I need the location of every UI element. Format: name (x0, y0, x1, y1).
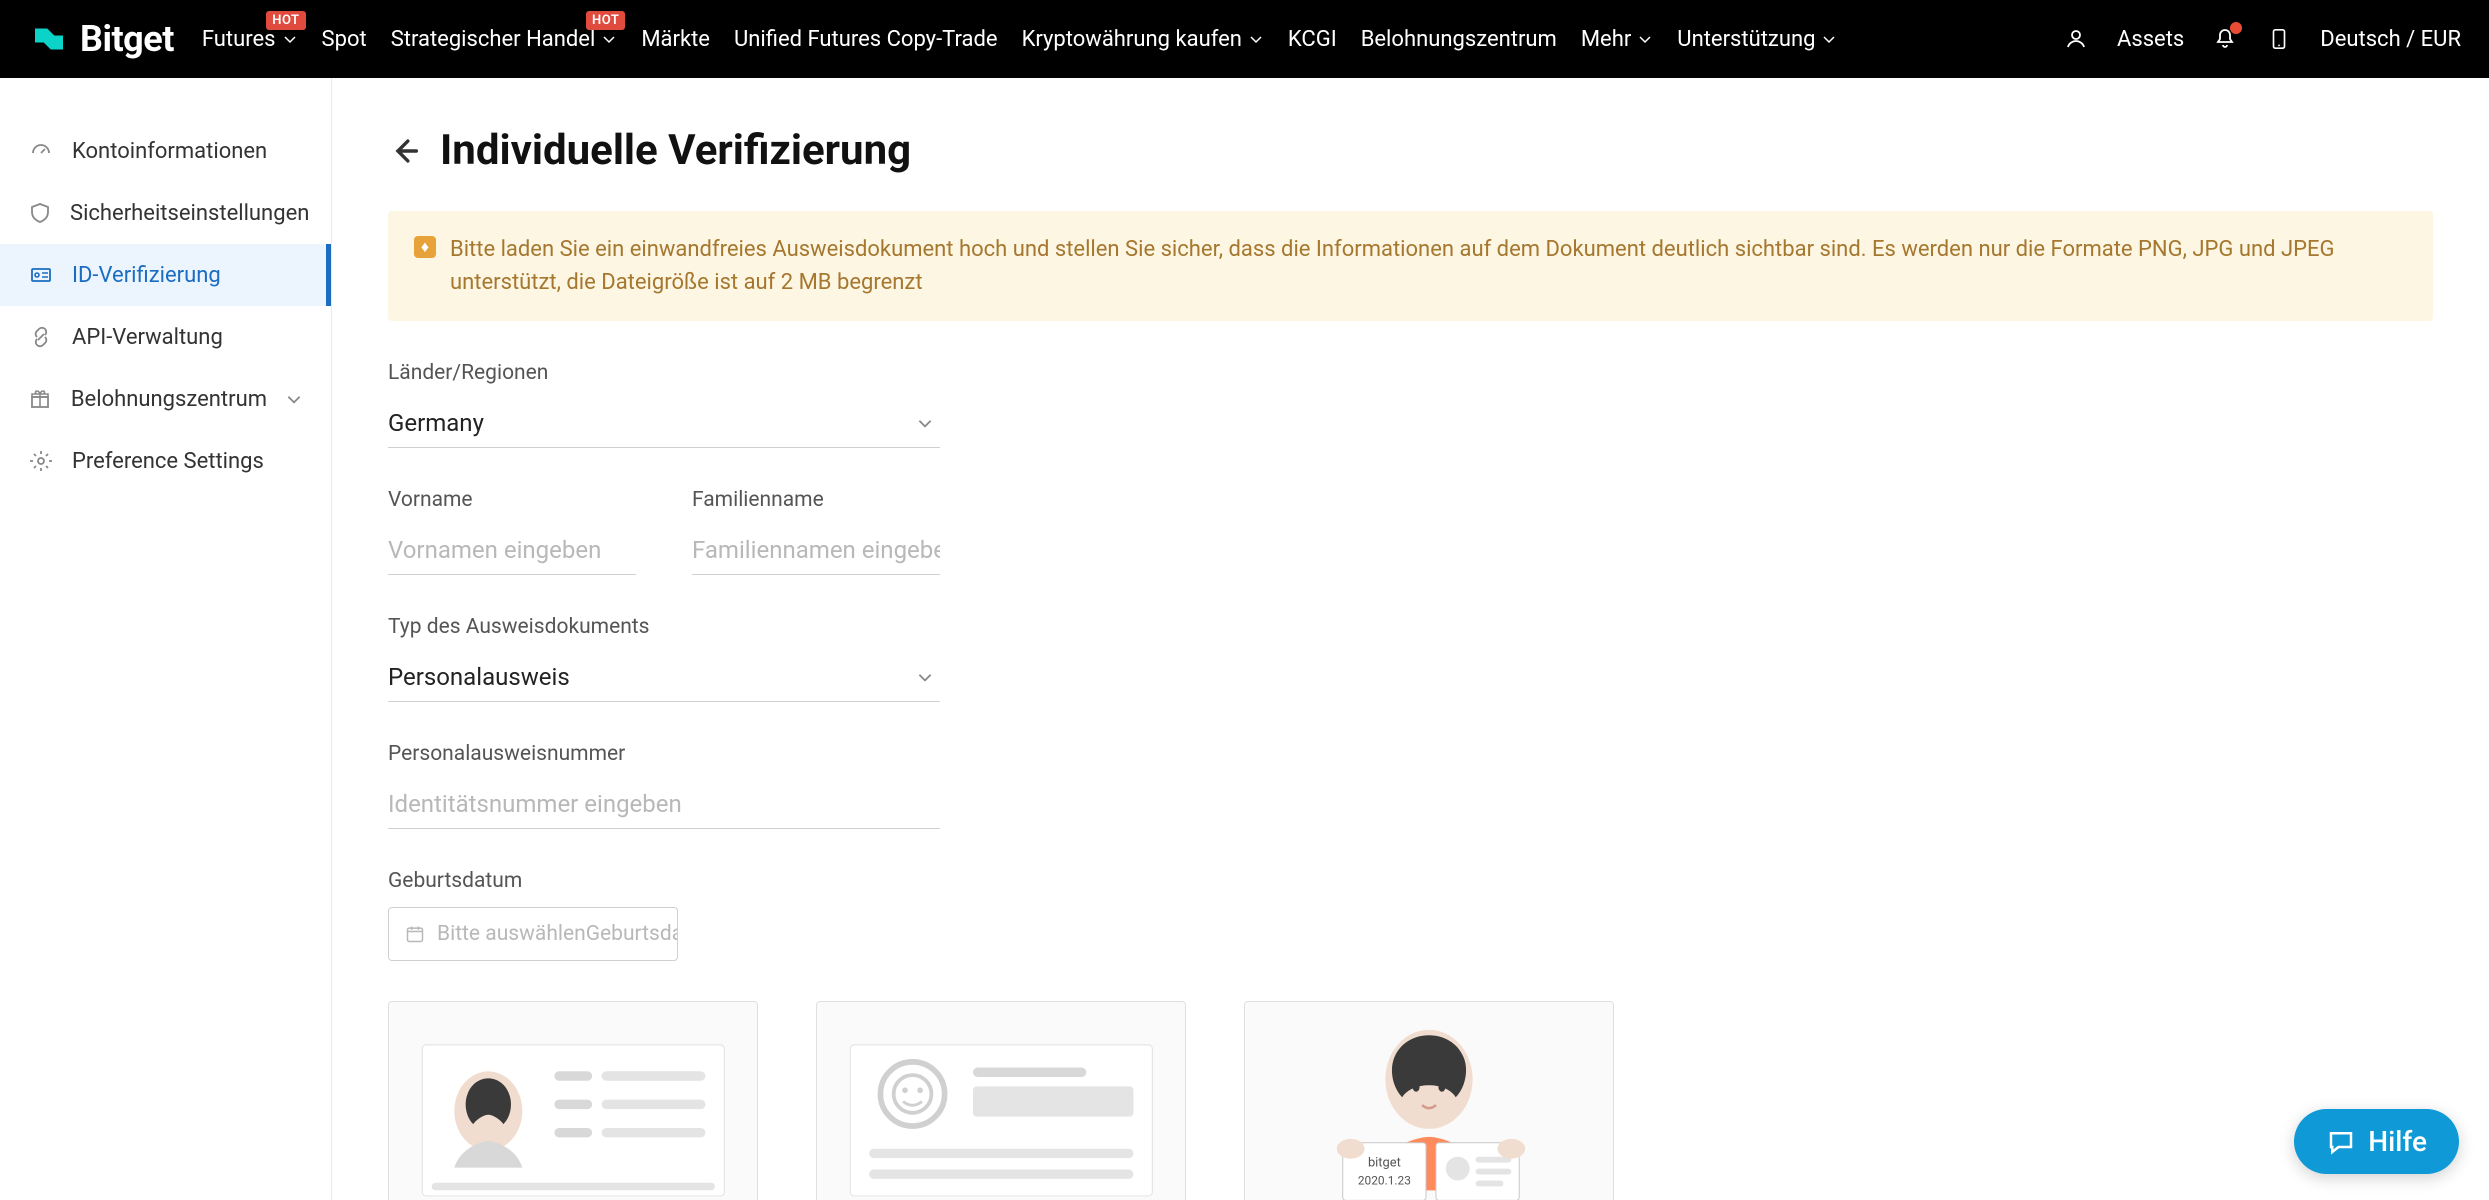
top-nav: Bitget HOT Futures Spot HOT Strategische… (0, 0, 2489, 78)
sidebar-item-id-verification[interactable]: ID-Verifizierung (0, 244, 331, 306)
country-value: Germany (388, 409, 484, 437)
chevron-down-icon (916, 414, 934, 432)
chat-icon (2326, 1127, 2356, 1157)
gauge-icon (28, 138, 54, 164)
sidebar-item-account-info[interactable]: Kontoinformationen (0, 120, 331, 182)
sidebar-item-api[interactable]: API-Verwaltung (0, 306, 331, 368)
sidebar-item-rewards[interactable]: Belohnungszentrum (0, 368, 331, 430)
primary-nav: HOT Futures Spot HOT Strategischer Hande… (202, 27, 1838, 52)
warning-icon: ♦ (414, 236, 436, 258)
firstname-input[interactable] (388, 526, 636, 575)
logo-icon (28, 18, 70, 60)
idnum-input[interactable] (388, 780, 940, 829)
sidebar-item-label: Kontoinformationen (72, 139, 267, 164)
chevron-down-icon (601, 31, 617, 47)
brand-logo[interactable]: Bitget (28, 18, 174, 60)
nav-futures[interactable]: HOT Futures (202, 27, 298, 52)
account-sidebar: Kontoinformationen Sicherheitseinstellun… (0, 78, 332, 1200)
sidebar-item-label: Preference Settings (72, 449, 264, 474)
nav-more[interactable]: Mehr (1581, 27, 1653, 52)
sidebar-item-label: API-Verwaltung (72, 325, 223, 350)
locale-switcher[interactable]: Deutsch / EUR (2320, 27, 2461, 52)
shield-icon (28, 200, 52, 226)
chevron-down-icon (916, 668, 934, 686)
nav-rewards[interactable]: Belohnungszentrum (1361, 27, 1557, 52)
dob-label: Geburtsdatum (388, 869, 2433, 893)
chevron-down-icon (1248, 31, 1264, 47)
sidebar-item-label: Sicherheitseinstellungen (70, 201, 309, 226)
secondary-nav: Assets Deutsch / EUR (2063, 26, 2461, 52)
id-front-illustration (404, 1026, 743, 1200)
id-front-preview (388, 1001, 758, 1200)
calendar-icon (405, 924, 425, 944)
selfie-preview: bitget 2020.1.23 (1244, 1001, 1614, 1200)
sidebar-item-label: Belohnungszentrum (71, 387, 267, 412)
chevron-down-icon (1637, 31, 1653, 47)
back-arrow-icon[interactable] (388, 134, 422, 168)
sidebar-item-label: ID-Verifizierung (72, 263, 221, 288)
sidebar-item-security[interactable]: Sicherheitseinstellungen (0, 182, 331, 244)
brand-name: Bitget (80, 18, 174, 60)
bell-icon[interactable] (2212, 26, 2238, 52)
id-back-illustration (832, 1026, 1171, 1200)
lastname-label: Familienname (692, 488, 940, 512)
mobile-icon[interactable] (2266, 26, 2292, 52)
idnum-label: Personalausweisnummer (388, 742, 2433, 766)
hot-badge: HOT (266, 11, 305, 30)
page-title: Individuelle Verifizierung (440, 126, 911, 175)
nav-strategic-trade[interactable]: HOT Strategischer Handel (391, 27, 618, 52)
doctype-select[interactable]: Personalausweis (388, 653, 940, 702)
help-label: Hilfe (2368, 1125, 2427, 1158)
nav-support[interactable]: Unterstützung (1677, 27, 1837, 52)
dob-picker[interactable]: Bitte auswählenGeburtsda (388, 907, 678, 961)
chevron-down-icon (282, 31, 298, 47)
link-icon (28, 324, 54, 350)
dob-placeholder: Bitte auswählenGeburtsda (437, 922, 678, 946)
idcard-icon (28, 262, 54, 288)
selfie-illustration: bitget 2020.1.23 (1245, 1002, 1613, 1200)
doctype-value: Personalausweis (388, 663, 570, 691)
nav-assets[interactable]: Assets (2117, 27, 2184, 52)
user-icon[interactable] (2063, 26, 2089, 52)
nav-buy-crypto[interactable]: Kryptowährung kaufen (1022, 27, 1264, 52)
page-content: Individuelle Verifizierung ♦ Bitte laden… (332, 78, 2489, 1200)
chevron-down-icon (1821, 31, 1837, 47)
chevron-down-icon (285, 390, 303, 408)
nav-spot[interactable]: Spot (322, 27, 367, 52)
sidebar-item-preferences[interactable]: Preference Settings (0, 430, 331, 492)
selfie-card-brand: bitget (1368, 1156, 1401, 1171)
nav-markets[interactable]: Märkte (641, 27, 710, 52)
country-label: Länder/Regionen (388, 361, 2433, 385)
lastname-input[interactable] (692, 526, 940, 575)
nav-copy-trade[interactable]: Unified Futures Copy-Trade (734, 27, 998, 52)
notice-text: Bitte laden Sie ein einwandfreies Auswei… (450, 233, 2407, 299)
notification-dot (2230, 22, 2242, 34)
hot-badge: HOT (586, 11, 625, 30)
country-select[interactable]: Germany (388, 399, 940, 448)
id-back-preview (816, 1001, 1186, 1200)
gift-icon (28, 386, 53, 412)
help-button[interactable]: Hilfe (2294, 1109, 2459, 1174)
selfie-card-date: 2020.1.23 (1358, 1173, 1411, 1187)
nav-kcgi[interactable]: KCGI (1288, 27, 1337, 52)
doctype-label: Typ des Ausweisdokuments (388, 615, 2433, 639)
gear-icon (28, 448, 54, 474)
firstname-label: Vorname (388, 488, 636, 512)
upload-notice: ♦ Bitte laden Sie ein einwandfreies Ausw… (388, 211, 2433, 321)
